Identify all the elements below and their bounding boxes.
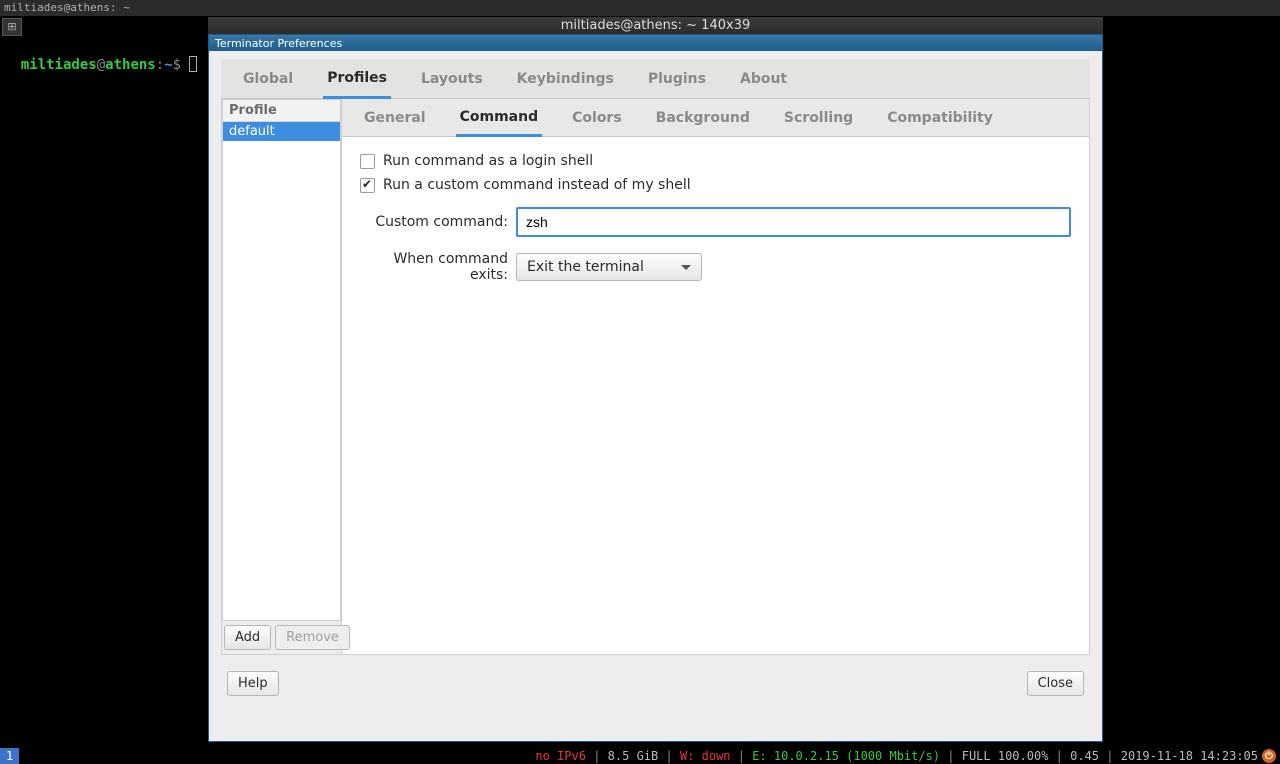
custom-command-input[interactable] xyxy=(516,207,1071,237)
prompt-sym: $ xyxy=(173,57,181,73)
status-eth-label: E: xyxy=(752,749,766,763)
status-battery: FULL 100.00% xyxy=(962,749,1049,763)
window-titlebar: miltiades@athens: ~ xyxy=(0,0,1280,16)
status-datetime: 2019-11-18 14:23:05 xyxy=(1121,749,1258,763)
prompt-user: miltiades xyxy=(21,57,97,73)
power-icon[interactable]: ⏻ xyxy=(1262,749,1276,763)
remove-button: Remove xyxy=(275,625,350,650)
on-exit-dropdown[interactable]: Exit the terminal xyxy=(516,253,702,281)
profile-list-header[interactable]: Profile xyxy=(223,100,340,122)
profile-list: Profile default xyxy=(222,99,341,621)
status-load: 0.45 xyxy=(1070,749,1099,763)
close-button[interactable]: Close xyxy=(1027,671,1084,696)
tab-background[interactable]: Background xyxy=(652,101,754,135)
on-exit-label: When command exits: xyxy=(360,251,516,283)
status-bar: 1 no IPv6 | 8.5 GiB | W: down | E: 10.0.… xyxy=(0,748,1280,764)
tab-command[interactable]: Command xyxy=(456,100,543,137)
prompt-at: @ xyxy=(97,57,105,73)
top-tabs: Global Profiles Layouts Keybindings Plug… xyxy=(221,59,1090,99)
prompt-host: athens xyxy=(105,57,156,73)
login-shell-label: Run command as a login shell xyxy=(383,153,593,169)
tab-scrolling[interactable]: Scrolling xyxy=(780,101,857,135)
tab-profiles[interactable]: Profiles xyxy=(323,60,391,99)
window-title: miltiades@athens: ~ xyxy=(4,1,130,14)
status-wifi: down xyxy=(694,749,730,763)
workspace-indicator[interactable]: 1 xyxy=(0,748,19,764)
tab-keybindings[interactable]: Keybindings xyxy=(513,61,618,97)
on-exit-value: Exit the terminal xyxy=(527,259,644,275)
terminator-titlebar: miltiades@athens: ~ 140x39 xyxy=(208,17,1103,35)
tab-about[interactable]: About xyxy=(736,61,791,97)
inner-tabs: General Command Colors Background Scroll… xyxy=(342,99,1089,137)
profile-item-default[interactable]: default xyxy=(223,122,340,141)
prompt-path: ~ xyxy=(164,57,172,73)
status-memory: 8.5 GiB xyxy=(608,749,659,763)
tab-global[interactable]: Global xyxy=(239,61,297,97)
help-button[interactable]: Help xyxy=(227,671,279,696)
tab-compatibility[interactable]: Compatibility xyxy=(883,101,997,135)
status-wifi-label: W: xyxy=(680,749,694,763)
terminal-content[interactable]: miltiades@athens:~$ xyxy=(4,40,197,73)
login-shell-checkbox[interactable] xyxy=(360,154,375,169)
custom-command-checkbox-label: Run a custom command instead of my shell xyxy=(383,177,691,193)
prompt-colon: : xyxy=(156,57,164,73)
status-eth: 10.0.2.15 (1000 Mbit/s) xyxy=(767,749,940,763)
preferences-title: Terminator Preferences xyxy=(215,37,342,50)
chevron-down-icon xyxy=(681,265,691,270)
status-ipv6: no IPv6 xyxy=(535,749,586,763)
preferences-titlebar[interactable]: Terminator Preferences xyxy=(209,35,1102,51)
tab-colors[interactable]: Colors xyxy=(568,101,626,135)
tab-plugins[interactable]: Plugins xyxy=(644,61,710,97)
custom-command-label: Custom command: xyxy=(360,214,516,230)
terminator-title-text: miltiades@athens: ~ 140x39 xyxy=(561,18,750,33)
add-button[interactable]: Add xyxy=(224,625,271,650)
preferences-dialog: Terminator Preferences Global Profiles L… xyxy=(208,34,1103,742)
tab-layouts[interactable]: Layouts xyxy=(417,61,487,97)
custom-command-checkbox[interactable] xyxy=(360,178,375,193)
tab-general[interactable]: General xyxy=(360,101,430,135)
grid-icon[interactable]: ⊞ xyxy=(2,18,22,36)
terminal-cursor xyxy=(189,56,197,72)
